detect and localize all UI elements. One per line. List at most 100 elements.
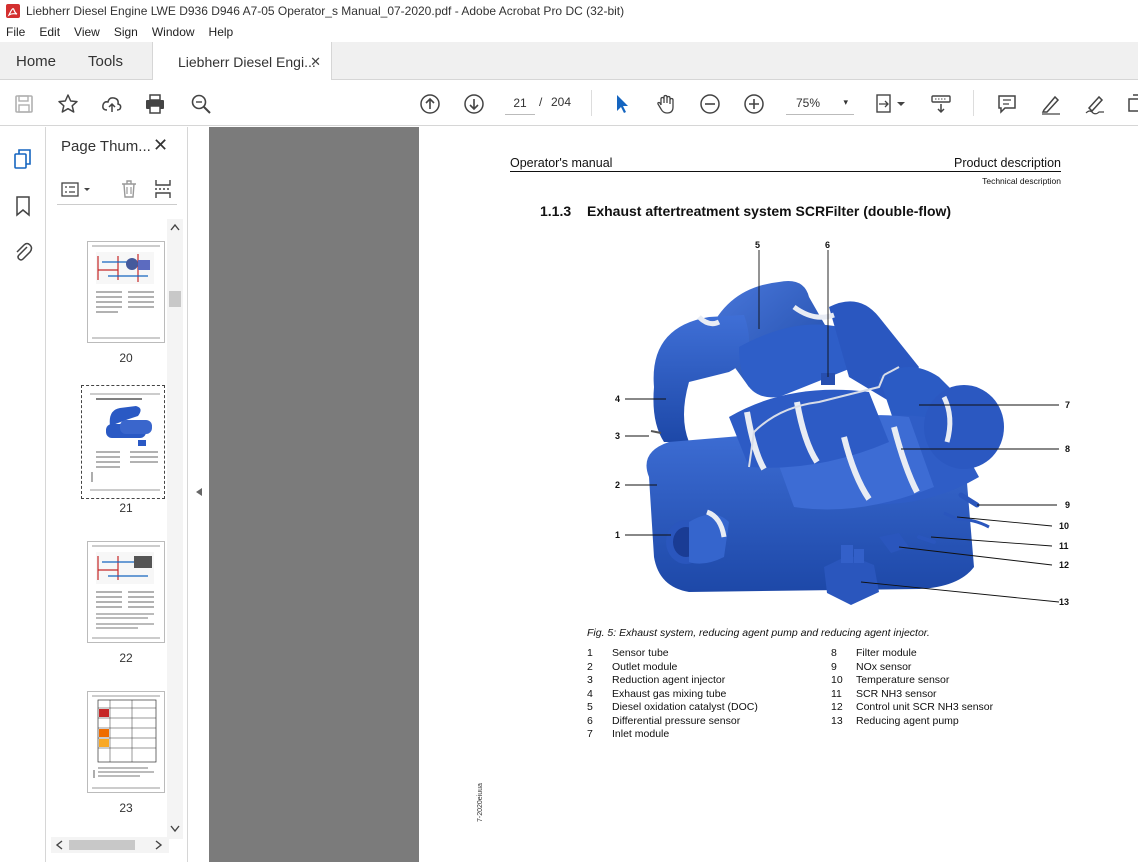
zoom-select[interactable]: 75% ▾	[786, 91, 854, 115]
left-rail	[0, 127, 46, 862]
thumbnail-label: 21	[119, 501, 133, 515]
callout-7: 7	[1065, 400, 1070, 410]
thumbnail-hscrollbar[interactable]	[51, 837, 169, 853]
callout-10: 10	[1059, 521, 1069, 531]
sign-pen-icon[interactable]	[1083, 92, 1107, 116]
thumbnail-label: 20	[119, 351, 133, 365]
page-fit-icon[interactable]	[874, 92, 910, 116]
document-viewer[interactable]: Operator's manual Product description Te…	[209, 127, 1138, 862]
print-icon[interactable]	[143, 92, 167, 116]
legend-item: 2 Outlet module	[587, 660, 678, 673]
select-cursor-icon[interactable]	[610, 92, 634, 116]
menu-window[interactable]: Window	[152, 25, 195, 39]
total-pages: 204	[551, 95, 572, 109]
save-icon[interactable]	[12, 92, 36, 116]
scrollbar-thumb[interactable]	[169, 291, 181, 307]
menu-view[interactable]: View	[74, 25, 100, 39]
comment-icon[interactable]	[995, 92, 1019, 116]
title-bar: Liebherr Diesel Engine LWE D936 D946 A7-…	[0, 0, 1138, 22]
collapse-left-icon[interactable]	[195, 487, 203, 497]
extract-pages-icon[interactable]	[153, 179, 173, 199]
thumbnail-scrollbar[interactable]	[167, 219, 183, 839]
more-tools-icon[interactable]	[1124, 92, 1138, 116]
tab-bar: Home Tools Liebherr Diesel Engi... ✕	[0, 42, 1138, 81]
zoom-out-icon[interactable]	[698, 92, 722, 116]
section-number: 1.1.3	[540, 203, 572, 219]
thumbnail-options-icon[interactable]	[61, 181, 95, 199]
thumbnail-label: 22	[119, 651, 133, 665]
chevron-down-icon: ▾	[843, 97, 848, 107]
scroll-right-icon[interactable]	[155, 840, 163, 850]
menu-file[interactable]: File	[6, 25, 25, 39]
legend-item: 7 Inlet module	[587, 728, 670, 740]
callout-1: 1	[615, 530, 620, 540]
page-number-input[interactable]	[505, 91, 535, 115]
menu-sign[interactable]: Sign	[114, 25, 138, 39]
pdf-page: Operator's manual Product description Te…	[419, 127, 1138, 862]
trash-icon[interactable]	[119, 179, 139, 199]
attachment-icon[interactable]	[11, 240, 35, 264]
scroll-mode-icon[interactable]	[929, 92, 953, 116]
callout-13: 13	[1059, 597, 1069, 607]
tab-home[interactable]: Home	[16, 42, 56, 80]
page-thumbnails-icon[interactable]	[11, 147, 35, 171]
acrobat-icon	[6, 4, 20, 18]
toolbar-divider	[973, 90, 974, 116]
side-code: 7-2020eiuua	[477, 783, 484, 822]
header-right: Product description	[953, 156, 1061, 170]
callout-3: 3	[615, 431, 620, 441]
legend-item: 5 Diesel oxidation catalyst (DOC)	[587, 701, 758, 713]
hand-tool-icon[interactable]	[654, 92, 678, 116]
tab-tools[interactable]: Tools	[88, 42, 123, 80]
search-icon[interactable]	[189, 92, 213, 116]
thumbnail-page-20[interactable]	[87, 241, 165, 343]
callout-8: 8	[1065, 444, 1070, 454]
main-toolbar: / 204 75% ▾	[0, 80, 1138, 126]
page-separator: /	[539, 95, 543, 109]
thumbnails-panel: Page Thum... ✕ 20 21 22 23	[47, 127, 188, 862]
scroll-left-icon[interactable]	[55, 840, 63, 850]
legend-item: 12 Control unit SCR NH3 sensor	[831, 701, 994, 713]
callout-2: 2	[615, 480, 620, 490]
window-title: Liebherr Diesel Engine LWE D936 D946 A7-…	[26, 4, 625, 18]
thumbnail-page-22[interactable]	[87, 541, 165, 643]
highlight-pen-icon[interactable]	[1039, 92, 1063, 116]
scrollbar-thumb[interactable]	[69, 840, 135, 850]
thumbnail-label: 23	[119, 801, 133, 815]
callout-11: 11	[1059, 541, 1069, 551]
thumbnail-page-21[interactable]	[81, 385, 165, 499]
callout-4: 4	[615, 394, 620, 404]
thumbnail-page-23[interactable]	[87, 691, 165, 793]
tab-document[interactable]: Liebherr Diesel Engi... ✕	[152, 42, 332, 81]
menu-help[interactable]: Help	[209, 25, 234, 39]
previous-page-icon[interactable]	[418, 92, 442, 116]
legend-item: 1 Sensor tube	[587, 647, 669, 659]
menu-bar: File Edit View Sign Window Help	[0, 22, 1138, 42]
callout-9: 9	[1065, 500, 1070, 510]
bookmark-icon[interactable]	[11, 194, 35, 218]
legend-item: 13 Reducing agent pump	[831, 714, 959, 727]
star-icon[interactable]	[56, 92, 80, 116]
scroll-up-icon[interactable]	[170, 223, 180, 231]
zoom-in-icon[interactable]	[742, 92, 766, 116]
cloud-upload-icon[interactable]	[100, 92, 124, 116]
legend-item: 3 Reduction agent injector	[587, 674, 726, 686]
header-rule	[510, 171, 1061, 172]
panel-collapse-strip[interactable]	[189, 127, 209, 862]
section-title: Exhaust aftertreatment system SCRFilter …	[587, 203, 952, 219]
zoom-value: 75%	[796, 95, 821, 110]
scroll-down-icon[interactable]	[170, 825, 180, 833]
legend-item: 10 Temperature sensor	[831, 674, 950, 686]
legend-item: 11 SCR NH3 sensor	[831, 687, 937, 700]
tab-document-label: Liebherr Diesel Engi...	[178, 53, 316, 70]
menu-edit[interactable]: Edit	[39, 25, 60, 39]
panel-title: Page Thum...	[61, 138, 151, 155]
next-page-icon[interactable]	[462, 92, 486, 116]
legend-right: 8 Filter module 9 NOx sensor 10 Temperature…	[831, 647, 993, 728]
close-tab-button[interactable]: ✕	[310, 54, 321, 70]
callout-12: 12	[1059, 560, 1069, 570]
close-panel-button[interactable]: ✕	[153, 135, 168, 156]
legend-item: 9 NOx sensor	[831, 660, 912, 673]
legend-left: 1 Sensor tube 2 Outlet module 3 Reduction a…	[587, 647, 758, 742]
figure-caption: Fig. 5: Exhaust system, reducing agent p…	[587, 627, 930, 639]
